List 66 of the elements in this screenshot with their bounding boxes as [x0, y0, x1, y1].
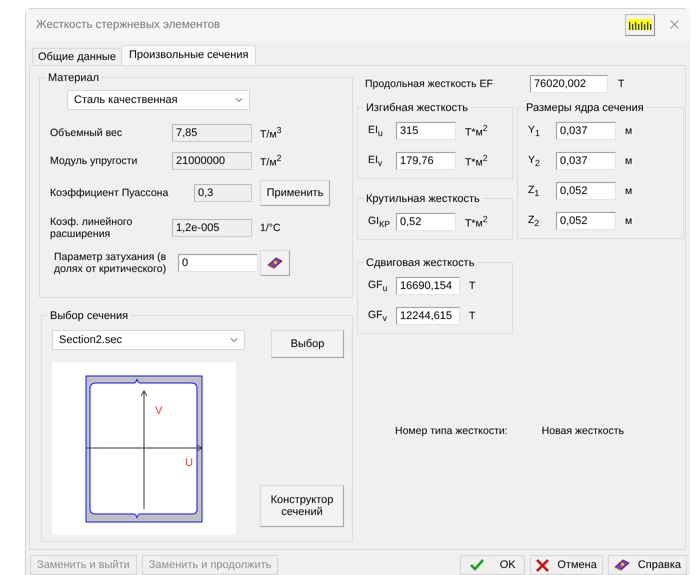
unit-label: Т*м$^{2}$: [465, 214, 488, 230]
value-field[interactable]: 16690,154: [396, 276, 460, 295]
choose-button[interactable]: Выбор: [271, 330, 344, 358]
unit-label: Т/м$^{2}$: [260, 153, 282, 169]
value-field[interactable]: 179,76: [396, 152, 456, 170]
field-label: Модуль упругости: [50, 154, 138, 167]
value-field[interactable]: 0,037: [556, 152, 616, 170]
field-label: Y$_{1}$: [528, 124, 541, 138]
field-label: Объемный вес: [50, 126, 124, 139]
tab[interactable]: Общие данные: [32, 48, 122, 65]
window-title: Жесткость стержневых элементов: [36, 18, 222, 31]
axis-label: U: [185, 456, 193, 469]
field-label: GI$_{КР}$: [368, 214, 392, 229]
stiffness-type-value: Новая жесткость: [542, 424, 624, 437]
unit-label: м: [625, 214, 632, 227]
field-label: EI$_{v}$: [368, 154, 384, 168]
check-icon: [470, 559, 484, 571]
unit-label: Т*м$^{2}$: [465, 123, 488, 139]
section-select[interactable]: Section2.sec: [52, 330, 245, 350]
help-button[interactable]: Справка: [608, 555, 687, 575]
cancel-button[interactable]: Отмена: [530, 555, 603, 575]
value-field[interactable]: 315: [396, 122, 456, 140]
ok-button[interactable]: OK: [460, 555, 526, 575]
value-field[interactable]: 0,52: [396, 212, 456, 231]
field-label: Z$_{2}$: [528, 214, 540, 228]
constructor-button[interactable]: Конструктор сечений: [260, 484, 344, 527]
help-button[interactable]: [260, 250, 290, 276]
field-label: GF$_{u}$: [368, 278, 388, 293]
unit-label: Т: [618, 78, 624, 90]
unit-label: Т*м$^{2}$: [465, 153, 488, 169]
value-field[interactable]: 76020,002: [530, 74, 608, 93]
field-label: Коэф. линейного расширения: [50, 216, 134, 240]
field-label: Номер типа жесткости:: [395, 424, 508, 437]
ruler-icon: [628, 19, 652, 30]
value-field[interactable]: 0,052: [556, 182, 616, 200]
unit-label: м: [625, 154, 632, 167]
ruler-button[interactable]: [625, 14, 655, 36]
tab[interactable]: Произвольные сечения: [120, 44, 256, 65]
unit-label: м: [625, 184, 632, 197]
unit-label: Т/м$^{3}$: [260, 125, 282, 141]
unit-label: Т: [469, 310, 476, 322]
unit-label: Т: [469, 280, 476, 292]
field-label: Параметр затухания (в долях от критического): [53, 250, 168, 275]
value-field[interactable]: 0,037: [556, 122, 616, 140]
group-title: Выбор сечения: [49, 310, 130, 322]
group-title: Изгибная жесткость: [365, 102, 469, 114]
material-select[interactable]: Сталь качественная: [67, 90, 250, 110]
axis-label: V: [155, 404, 162, 417]
group-title: Материал: [47, 72, 100, 84]
value-field[interactable]: 0: [178, 254, 258, 272]
unit-label: м: [625, 124, 632, 137]
field-label: Коэффициент Пуассона: [50, 186, 170, 199]
group-title: Сдвиговая жесткость: [365, 256, 476, 269]
group-title: Размеры ядра сечения: [525, 102, 645, 114]
group-title: Крутильная жесткость: [365, 192, 481, 205]
value-field[interactable]: 12244,615: [396, 306, 460, 325]
book-icon: [267, 256, 283, 270]
book-icon: [614, 558, 630, 572]
field-label: GF$_{v}$: [368, 308, 388, 323]
value-field[interactable]: 0,052: [556, 212, 616, 230]
field-label: Y$_{2}$: [528, 154, 541, 168]
field-label: Продольная жесткость EF: [365, 78, 494, 90]
field-label: Z$_{1}$: [528, 184, 540, 198]
unit-label: 1/°C: [260, 222, 281, 234]
cross-icon: [536, 558, 550, 572]
field-label: EI$_{u}$: [368, 124, 384, 138]
